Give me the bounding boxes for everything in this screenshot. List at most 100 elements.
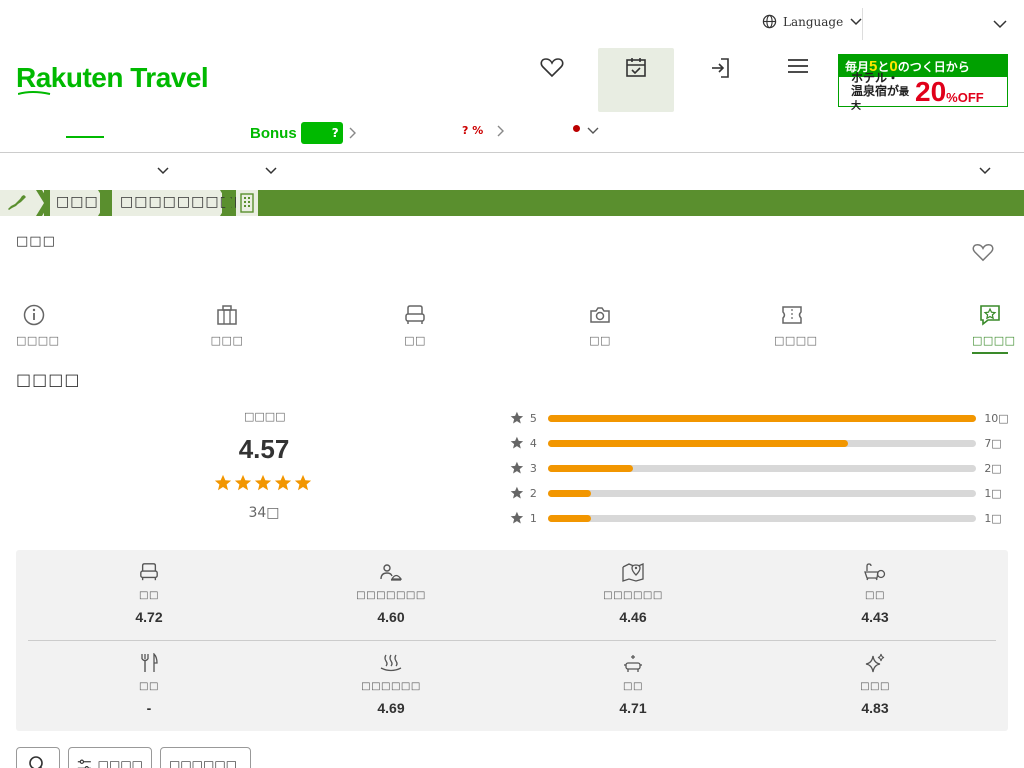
breadcrumb: □□□ □□□□□□□□□	[0, 190, 1024, 216]
ticket-icon	[782, 306, 802, 324]
category-rating: □□ -	[79, 653, 219, 716]
hotel-name: □□□	[16, 234, 56, 249]
banner-text: ホテル・	[851, 70, 900, 85]
category-rating: □□ 4.71	[563, 653, 703, 716]
banner-off: OFF	[957, 89, 984, 105]
promo-banner[interactable]: 毎月 5 と 0 のつく日から ホテル・ 温泉宿が最大 20 % OFF	[838, 54, 1008, 112]
reservations-button[interactable]	[598, 48, 674, 112]
category-value: 4.60	[377, 609, 405, 625]
rating-distribution-row: 1 1□	[510, 510, 1010, 526]
rating-bar	[547, 464, 977, 472]
bed-icon	[140, 563, 158, 581]
bonus-label: Bonus	[250, 124, 297, 142]
star-level: 5	[529, 411, 537, 425]
rating-bar-fill	[547, 414, 977, 422]
login-button[interactable]	[682, 48, 758, 112]
category-label: □□	[139, 590, 159, 601]
star-icon	[510, 461, 524, 474]
category-rating: □□□□□□ 4.46	[563, 562, 703, 625]
banner-offer: ホテル・ 温泉宿が最大 20 % OFF	[839, 71, 1007, 112]
category-rating: □□ 4.72	[79, 562, 219, 625]
chevron-down-icon[interactable]	[992, 18, 1008, 30]
search-button[interactable]	[16, 747, 60, 768]
star-level: 2	[529, 486, 537, 500]
building-icon	[240, 193, 254, 213]
tab-label: □□□□	[16, 334, 60, 347]
star-level: 4	[529, 436, 537, 450]
menu-button[interactable]	[760, 48, 836, 112]
rating-count: 10□	[984, 411, 1009, 425]
overall-label: □□□□	[244, 410, 286, 423]
amenity-icon	[624, 655, 642, 672]
rating-distribution-row: 5 10□	[510, 410, 1010, 426]
tab-plans[interactable]: □□□□	[774, 304, 817, 347]
favorites-button[interactable]	[514, 48, 590, 112]
star-icon	[510, 411, 524, 424]
bonus-link[interactable]: Bonus ?	[250, 122, 357, 144]
chevron-down-icon[interactable]	[586, 126, 600, 136]
rating-bar-fill	[547, 439, 848, 447]
rating-count: 1□	[984, 511, 1002, 525]
banner-text: 温泉宿が	[851, 83, 900, 98]
favorite-heart-icon[interactable]	[972, 242, 994, 262]
category-label: □□	[865, 590, 885, 601]
category-value: -	[146, 700, 152, 716]
review-star-icon	[980, 305, 1000, 326]
category-rating: □□ 4.43	[805, 562, 945, 625]
rating-distribution-row: 2 1□	[510, 485, 1010, 501]
percent-link[interactable]: ? %	[462, 124, 505, 137]
category-value: 4.69	[377, 700, 405, 716]
camera-icon	[590, 307, 610, 323]
rating-bar-fill	[547, 489, 591, 497]
chevron-down-icon[interactable]	[264, 166, 278, 176]
tab-facility[interactable]: □□□	[210, 304, 244, 347]
topbar-divider	[862, 8, 863, 40]
filter-sliders-icon	[77, 759, 91, 768]
sort-dropdown[interactable]: □□□□□□	[160, 747, 251, 768]
language-selector[interactable]: Language	[762, 14, 863, 29]
tab-label: □□□	[210, 334, 244, 347]
tab-active-underline	[972, 352, 1008, 354]
chevron-right-icon	[497, 125, 505, 136]
banner-subtext: ホテル・ 温泉宿が最大	[851, 70, 915, 113]
breadcrumb-label[interactable]: □□□	[56, 194, 99, 210]
sort-label: □□□□□□	[169, 758, 238, 768]
tab-label: □□□□	[972, 334, 1016, 347]
rating-bar	[547, 489, 977, 497]
category-label: □□□	[860, 681, 890, 692]
notification-dot	[573, 125, 580, 132]
chevron-down-icon[interactable]	[156, 166, 170, 176]
category-rating: □□□ 4.83	[805, 653, 945, 716]
globe-icon	[762, 14, 777, 29]
rating-distribution-row: 3 2□	[510, 460, 1010, 476]
category-value: 4.46	[619, 609, 647, 625]
heart-icon	[540, 58, 564, 78]
tab-rooms[interactable]: □□	[403, 304, 427, 347]
breadcrumb-separator	[36, 190, 50, 216]
language-label: Language	[783, 14, 844, 29]
star-level: 3	[529, 461, 537, 475]
category-value: 4.43	[861, 609, 889, 625]
rating-count: 1□	[984, 486, 1002, 500]
chevron-down-icon[interactable]	[978, 166, 992, 176]
fork-knife-icon	[141, 653, 158, 672]
category-label: □□	[623, 681, 643, 692]
rating-bar	[547, 514, 977, 522]
rating-distribution-row: 4 7□	[510, 435, 1010, 451]
tab-photos[interactable]: □□	[588, 304, 612, 347]
login-icon	[712, 58, 729, 78]
tab-reviews[interactable]: □□□□	[972, 304, 1016, 347]
rating-bar	[547, 439, 977, 447]
hamburger-menu-icon	[788, 59, 808, 73]
search-icon	[29, 756, 43, 768]
star-icon	[510, 436, 524, 449]
tab-info[interactable]: □□□□	[16, 304, 60, 347]
breadcrumb-current	[236, 190, 258, 216]
filter-button[interactable]: □□□□	[68, 747, 152, 768]
logo-swoosh	[18, 91, 51, 95]
breadcrumb-separator	[220, 190, 234, 216]
category-rating: □□□□□□ 4.69	[321, 653, 461, 716]
bed-icon	[405, 305, 425, 324]
category-value: 4.72	[135, 609, 163, 625]
category-divider	[28, 640, 996, 641]
